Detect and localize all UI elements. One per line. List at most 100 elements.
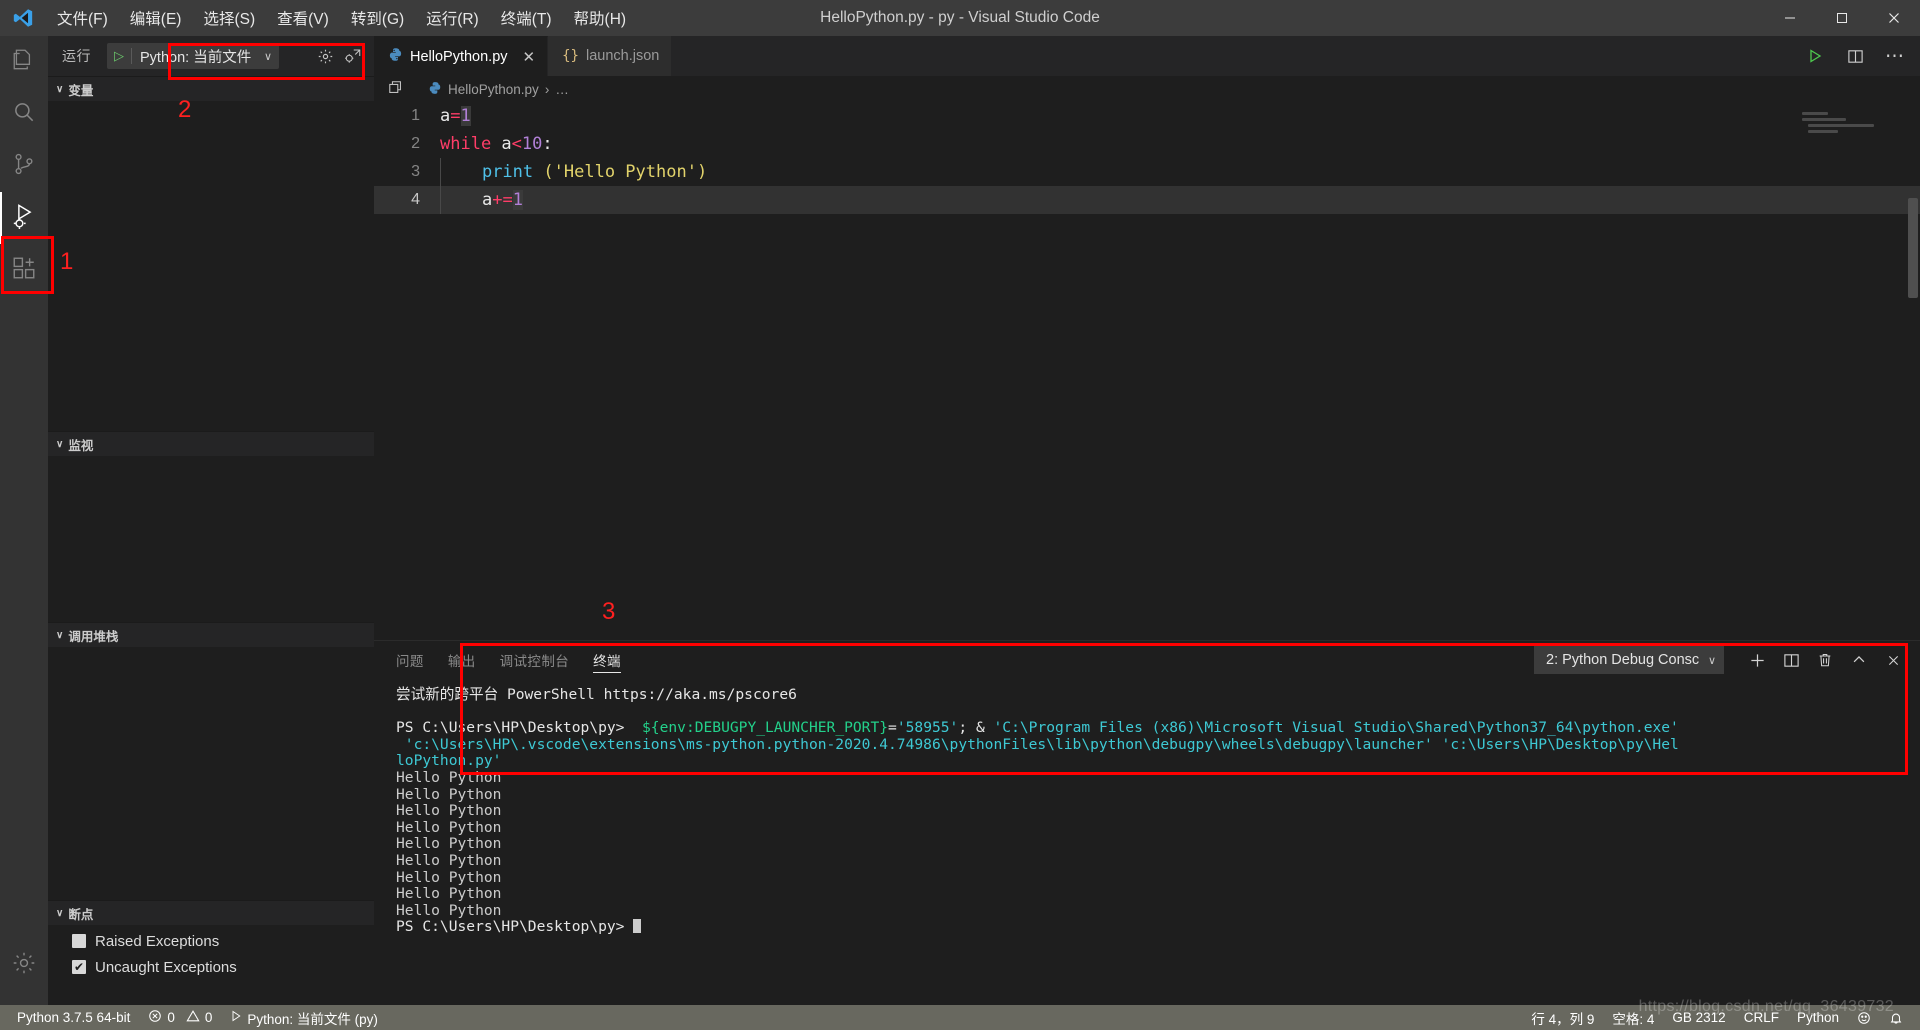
terminal-line: Hello Python (396, 852, 1920, 870)
workbench-body: 运行 ▷ Python: 当前文件 ∨ ∨ 变量 ∨ 监视 ∨ 调用堆栈 ∨ 断… (0, 36, 1920, 1005)
section-header-breakpoints[interactable]: ∨ 断点 (48, 901, 374, 925)
code-line[interactable]: 2 while a<10: (374, 130, 1920, 158)
menu-selection[interactable]: 选择(S) (192, 0, 266, 36)
status-notifications-bell-icon[interactable] (1880, 1011, 1912, 1025)
breadcrumb-tail[interactable]: … (555, 82, 569, 97)
activitybar-item-extensions[interactable] (0, 244, 48, 296)
terminal-line: PS C:\Users\HP\Desktop\py> ${env:DEBUGPY… (396, 719, 1920, 737)
terminal-line: 'c:\Users\HP\.vscode\extensions\ms-pytho… (396, 735, 1920, 754)
scrollbar-thumb[interactable] (1908, 198, 1918, 298)
split-terminal-icon[interactable] (1776, 645, 1806, 675)
status-feedback-icon[interactable] (1848, 1011, 1880, 1025)
close-panel-icon[interactable] (1878, 645, 1908, 675)
open-launch-settings-gear-icon[interactable] (312, 43, 338, 69)
terminal-selector-dropdown[interactable]: 2: Python Debug Consc ∨ (1534, 646, 1724, 674)
editor-tab-hellopython[interactable]: HelloPython.py ✕ (374, 36, 549, 76)
run-python-file-icon[interactable] (1802, 43, 1828, 69)
tab-problems[interactable]: 问题 (396, 641, 424, 679)
checkbox-checked-icon[interactable]: ✔ (72, 960, 86, 974)
line-content: while a<10: (440, 134, 553, 154)
chevron-down-icon: ∨ (56, 907, 64, 919)
editor-actions: ⋯ (1802, 36, 1920, 76)
code-line-active[interactable]: 4 a+=1 (374, 186, 1920, 214)
minimize-button[interactable] (1764, 0, 1816, 36)
status-cursor-position[interactable]: 行 4，列 9 (1522, 1008, 1603, 1028)
status-eol[interactable]: CRLF (1735, 1010, 1788, 1025)
code-lines[interactable]: 1 a=1 2 while a<10: 3 print ('Hello Pyth… (374, 102, 1920, 640)
layout-toggle-icon[interactable] (388, 80, 404, 99)
tab-terminal[interactable]: 终端 (593, 641, 621, 679)
kill-terminal-icon[interactable] (1810, 645, 1840, 675)
divider (131, 48, 132, 64)
editor-tab-launchjson[interactable]: {} launch.json (548, 36, 673, 76)
editor-tab-label: launch.json (585, 48, 660, 64)
activitybar-item-run-and-debug[interactable] (0, 192, 48, 244)
status-language-mode[interactable]: Python (1788, 1010, 1848, 1025)
chevron-down-icon[interactable]: ∨ (1708, 654, 1716, 667)
open-debug-console-icon[interactable] (340, 43, 366, 69)
close-button[interactable] (1868, 0, 1920, 36)
tab-debug-console[interactable]: 调试控制台 (500, 641, 570, 679)
more-actions-icon[interactable]: ⋯ (1882, 43, 1908, 69)
editor-tab-label: HelloPython.py (410, 48, 508, 65)
annotation-number-3: 3 (602, 598, 616, 625)
call-stack-list[interactable] (48, 647, 374, 900)
start-debugging-play-icon[interactable]: ▷ (114, 48, 124, 64)
terminal-output[interactable]: 尝试新的跨平台 PowerShell https://aka.ms/pscore… (374, 679, 1920, 1005)
editor-scrollbar[interactable] (1906, 102, 1920, 640)
terminal-line-prompt: PS C:\Users\HP\Desktop\py> (396, 919, 1920, 936)
play-icon (230, 1010, 242, 1025)
checkbox-unchecked-icon[interactable] (72, 934, 86, 948)
variables-list[interactable] (48, 101, 374, 431)
terminal-text: 'c:\Users\HP\.vscode\extensions\ms-pytho… (396, 735, 1679, 753)
breakpoint-item[interactable]: ✔ Uncaught Exceptions (48, 954, 374, 980)
activitybar-item-manage[interactable] (0, 939, 48, 991)
section-header-call-stack[interactable]: ∨ 调用堆栈 (48, 623, 374, 647)
chevron-down-icon[interactable]: ∨ (264, 50, 272, 63)
activitybar-item-source-control[interactable] (0, 140, 48, 192)
activitybar-item-explorer[interactable] (0, 36, 48, 88)
status-run-configuration[interactable]: Python: 当前文件 (py) (221, 1005, 387, 1030)
section-header-variables[interactable]: ∨ 变量 (48, 77, 374, 101)
menu-help[interactable]: 帮助(H) (563, 0, 638, 36)
terminal-text: '58955' (896, 719, 959, 737)
launch-configuration-label: Python: 当前文件 (140, 49, 252, 66)
menu-run[interactable]: 运行(R) (415, 0, 490, 36)
menu-go[interactable]: 转到(G) (340, 0, 415, 36)
tab-output[interactable]: 输出 (448, 641, 476, 679)
close-icon[interactable]: ✕ (523, 48, 536, 66)
status-problems[interactable]: 0 0 (139, 1005, 221, 1030)
activitybar-item-search[interactable] (0, 88, 48, 140)
section-header-watch[interactable]: ∨ 监视 (48, 432, 374, 456)
code-line[interactable]: 1 a=1 (374, 102, 1920, 130)
status-indentation[interactable]: 空格: 4 (1603, 1008, 1663, 1028)
editor-group: HelloPython.py ✕ {} launch.json ⋯ HelloP… (374, 36, 1920, 1005)
new-terminal-icon[interactable] (1742, 645, 1772, 675)
menu-edit[interactable]: 编辑(E) (119, 0, 193, 36)
code-line[interactable]: 3 print ('Hello Python') (374, 158, 1920, 186)
breakpoint-label: Raised Exceptions (95, 932, 220, 950)
menu-file[interactable]: 文件(F) (46, 0, 119, 36)
code-editor[interactable]: 1 a=1 2 while a<10: 3 print ('Hello Pyth… (374, 102, 1920, 640)
status-run-configuration-label: Python: 当前文件 (py) (247, 1011, 378, 1027)
status-encoding[interactable]: GB 2312 (1663, 1010, 1734, 1025)
terminal-text: & (975, 719, 994, 737)
terminal-text: Hello Python (396, 802, 502, 820)
breadcrumb-file[interactable]: HelloPython.py (448, 82, 539, 97)
watch-list[interactable] (48, 456, 374, 622)
launch-configuration-dropdown[interactable]: ▷ Python: 当前文件 ∨ (107, 43, 279, 69)
menu-view[interactable]: 查看(V) (266, 0, 340, 36)
line-content: a+=1 (436, 186, 523, 214)
maximize-panel-icon[interactable] (1844, 645, 1874, 675)
minimap[interactable] (1802, 102, 1906, 640)
maximize-button[interactable] (1816, 0, 1868, 36)
warning-icon (186, 1009, 200, 1026)
annotation-number-2: 2 (178, 96, 192, 123)
split-editor-icon[interactable] (1842, 43, 1868, 69)
menu-terminal[interactable]: 终端(T) (490, 0, 563, 36)
status-python-interpreter[interactable]: Python 3.7.5 64-bit (8, 1005, 139, 1030)
line-number: 4 (411, 191, 420, 208)
breakpoint-item[interactable]: Raised Exceptions (48, 928, 374, 954)
sidebar-section-breakpoints: ∨ 断点 Raised Exceptions ✔ Uncaught Except… (48, 900, 374, 1005)
terminal-text: Hello Python (396, 835, 502, 853)
